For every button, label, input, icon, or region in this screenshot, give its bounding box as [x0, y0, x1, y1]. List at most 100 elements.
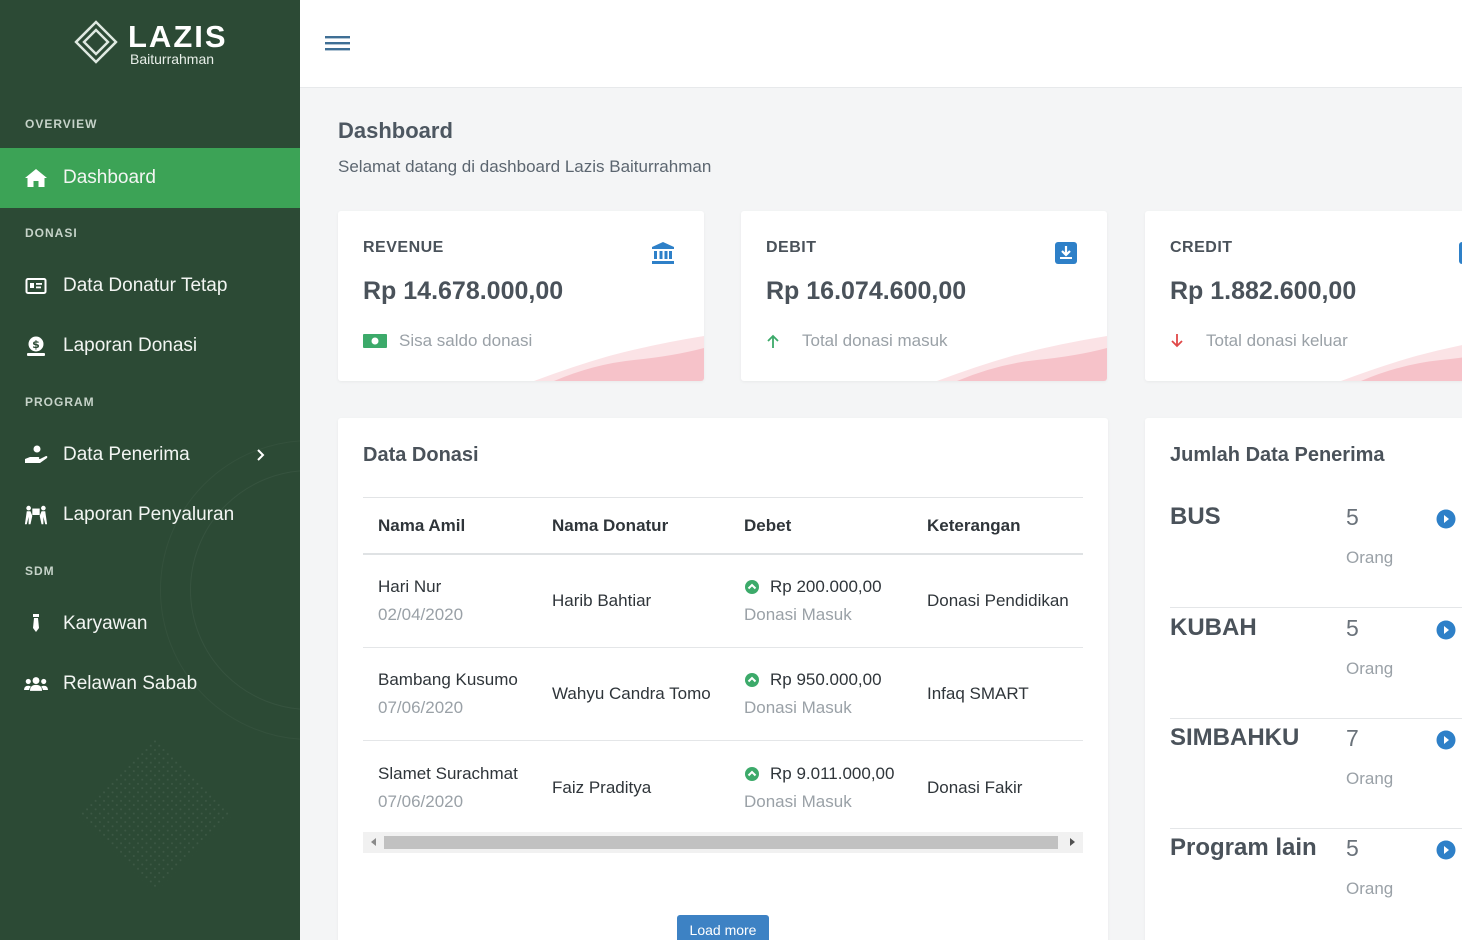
penerima-row-simbahku[interactable]: SIMBAHKU 7 Orang — [1170, 719, 1462, 829]
download-box-icon — [1055, 242, 1077, 264]
table-row[interactable]: Bambang Kusumo 07/06/2020 Wahyu Candra T… — [363, 648, 1083, 741]
lazis-logo-icon — [74, 20, 118, 64]
sidebar-item-label: Dashboard — [63, 167, 156, 188]
user-tie-icon — [24, 612, 48, 636]
donation-date: 02/04/2020 — [378, 605, 464, 624]
load-more-button[interactable]: Load more — [677, 915, 769, 940]
program-name: BUS — [1170, 503, 1221, 530]
sidebar: LAZIS Baiturrahman OVERVIEW Dashboard DO… — [0, 0, 300, 940]
debet-amount: Rp 950.000,00 — [770, 670, 882, 689]
stat-card-credit: CREDIT Rp 1.882.600,00 Total donasi kelu… — [1145, 211, 1462, 381]
horizontal-scrollbar[interactable] — [363, 832, 1083, 853]
sidebar-item-laporan-donasi[interactable]: $ Laporan Donasi — [0, 316, 300, 376]
recipient-count: 5 — [1346, 504, 1359, 530]
donation-date: 07/06/2020 — [378, 791, 464, 811]
chevron-up-circle-icon — [745, 580, 759, 594]
bank-icon — [652, 242, 674, 264]
recipient-count: 5 — [1346, 835, 1359, 861]
brand-title: LAZIS — [128, 19, 228, 54]
data-donasi-card: Data Donasi Nama Amil Nama Donatur Debet… — [338, 418, 1108, 940]
arrow-up-icon — [766, 332, 790, 350]
sidebar-item-dashboard[interactable]: Dashboard — [0, 148, 300, 208]
stat-label: DEBIT — [766, 239, 817, 256]
amil-name: Slamet Surachmat — [378, 763, 518, 783]
stat-value: Rp 16.074.600,00 — [766, 277, 967, 305]
debet-amount: Rp 9.011.000,00 — [770, 763, 895, 783]
chevron-up-circle-icon — [745, 673, 759, 687]
penerima-row-kubah[interactable]: KUBAH 5 Orang — [1170, 609, 1462, 719]
scroll-right-icon[interactable] — [1070, 838, 1075, 846]
card-wave-decoration — [1341, 345, 1462, 381]
table-row[interactable]: Slamet Surachmat 07/06/2020 Faiz Pradity… — [363, 741, 1083, 834]
table-row[interactable]: Hari Nur 02/04/2020 Harib Bahtiar Rp 200… — [363, 555, 1083, 648]
chevron-right-circle-icon[interactable] — [1436, 620, 1456, 640]
amil-name: Hari Nur — [378, 577, 442, 596]
debet-status: Donasi Masuk — [744, 698, 852, 717]
sidebar-item-label: Laporan Penyaluran — [63, 504, 235, 525]
sidebar-item-karyawan[interactable]: Karyawan — [0, 594, 300, 654]
section-overview: OVERVIEW — [25, 117, 98, 131]
brand-logo[interactable]: LAZIS Baiturrahman — [70, 16, 228, 72]
sidebar-item-data-penerima[interactable]: Data Penerima — [0, 425, 300, 485]
amil-name: Bambang Kusumo — [378, 670, 518, 689]
stat-note: Total donasi masuk — [802, 331, 948, 350]
penerima-row-bus[interactable]: BUS 5 Orang — [1170, 498, 1462, 608]
hand-holding-icon — [24, 443, 48, 467]
stat-value: Rp 1.882.600,00 — [1170, 277, 1357, 305]
keterangan: Donasi Pendidikan — [927, 591, 1069, 610]
recipient-count: 5 — [1346, 615, 1359, 641]
stat-card-revenue: REVENUE Rp 14.678.000,00 Sisa saldo dona… — [338, 211, 704, 381]
hamburger-menu-icon[interactable] — [325, 33, 350, 53]
chevron-right-circle-icon[interactable] — [1436, 509, 1456, 529]
recipient-unit: Orang — [1346, 879, 1394, 898]
column-header: Nama Amil — [378, 515, 466, 535]
keterangan: Infaq SMART — [927, 684, 1029, 703]
users-icon — [24, 672, 48, 696]
chevron-up-circle-icon — [745, 766, 759, 781]
sidebar-item-relawan-sabab[interactable]: Relawan Sabab — [0, 654, 300, 714]
sidebar-decoration — [77, 737, 233, 893]
column-header: Nama Donatur — [552, 515, 669, 535]
keterangan: Donasi Fakir — [927, 777, 1023, 797]
program-name: KUBAH — [1170, 614, 1257, 641]
debet-status: Donasi Masuk — [744, 605, 852, 624]
sidebar-item-label: Data Donatur Tetap — [63, 275, 228, 296]
page-subtitle: Selamat datang di dashboard Lazis Baitur… — [338, 157, 712, 176]
donatur-name: Harib Bahtiar — [552, 591, 652, 610]
stat-label: CREDIT — [1170, 239, 1233, 256]
stat-label: REVENUE — [363, 239, 444, 256]
card-wave-decoration — [937, 336, 1107, 381]
penerima-row-program-lain[interactable]: Program lain 5 Orang — [1170, 829, 1462, 939]
arrow-down-icon — [1170, 332, 1194, 350]
card-wave-decoration — [534, 336, 704, 381]
section-donasi: DONASI — [25, 226, 78, 240]
sidebar-item-label: Data Penerima — [63, 444, 190, 465]
section-sdm: SDM — [25, 564, 55, 578]
stat-value: Rp 14.678.000,00 — [363, 277, 564, 305]
stat-note: Total donasi keluar — [1206, 331, 1348, 350]
scroll-left-icon[interactable] — [371, 838, 376, 846]
table-header: Nama Amil Nama Donatur Debet Keterangan — [363, 497, 1083, 555]
chevron-right-icon — [257, 449, 265, 461]
program-name: Program lain — [1170, 834, 1317, 861]
sidebar-item-laporan-penyaluran[interactable]: Laporan Penyaluran — [0, 485, 300, 545]
scrollbar-thumb[interactable] — [384, 836, 1058, 849]
debet-amount: Rp 200.000,00 — [770, 577, 882, 596]
sidebar-item-donatur-tetap[interactable]: Data Donatur Tetap — [0, 256, 300, 316]
dollar-hand-icon: $ — [24, 334, 48, 358]
column-header: Keterangan — [927, 515, 1021, 535]
chevron-right-circle-icon[interactable] — [1436, 840, 1456, 860]
chevron-right-circle-icon[interactable] — [1436, 730, 1456, 750]
home-icon — [24, 166, 48, 190]
donation-date: 07/06/2020 — [378, 698, 464, 717]
top-bar — [300, 0, 1462, 88]
card-title: Data Donasi — [363, 444, 479, 466]
column-header: Debet — [744, 515, 792, 535]
sidebar-item-label: Relawan Sabab — [63, 673, 198, 694]
donasi-table: Nama Amil Nama Donatur Debet Keterangan … — [363, 497, 1083, 834]
page-title: Dashboard — [338, 118, 453, 143]
id-card-icon — [24, 274, 48, 298]
recipient-count: 7 — [1346, 725, 1359, 751]
recipient-unit: Orang — [1346, 769, 1394, 788]
recipient-unit: Orang — [1346, 548, 1394, 567]
